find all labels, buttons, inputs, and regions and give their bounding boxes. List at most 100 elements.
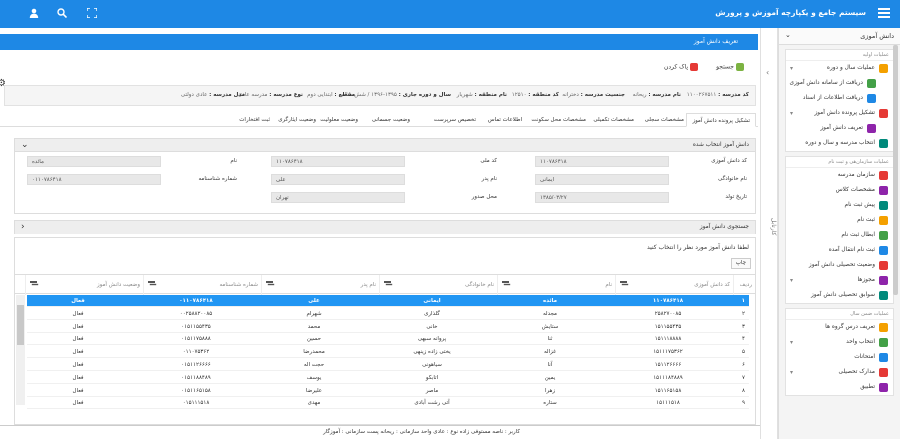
cartable-label: کارتابل: [770, 218, 777, 236]
sidebar-item[interactable]: ثبت نام: [786, 213, 893, 228]
grid-column-header[interactable]: نام: [497, 275, 615, 295]
chevron-down-icon[interactable]: ⌄: [21, 139, 29, 152]
filter-icon[interactable]: [148, 281, 155, 288]
filter-icon[interactable]: [266, 281, 273, 288]
sidebar-item[interactable]: انتخاب مدرسه و سال و دوره: [786, 136, 893, 151]
chevron-down-icon[interactable]: ▾: [790, 106, 793, 121]
subtab[interactable]: مشخصات سجلی: [645, 113, 684, 127]
collapsed-cartable-strip[interactable]: ‹ کارتابل: [760, 28, 778, 439]
chevron-down-icon[interactable]: ⌄: [785, 31, 791, 39]
sidebar-item[interactable]: ثبت نام انتقال آمده: [786, 243, 893, 258]
grid-scrollbar-thumb[interactable]: [17, 305, 24, 345]
sidebar-header[interactable]: دانش آموزی ⌄: [779, 28, 900, 45]
print-button[interactable]: چاپ: [730, 258, 751, 269]
grid-column-header[interactable]: ردیف: [733, 275, 755, 295]
table-row[interactable]: ۵ ۱۵۱۱۱۷۵۳۶۲ غزاله یختی زاده زینهی محمدرضا ۰۱…: [27, 346, 749, 359]
sidebar-item[interactable]: انتخاب واحد ▾: [786, 335, 893, 350]
info-value: ۱۱۰۰۲۶۷۵۱۱: [686, 92, 717, 98]
sidebar-scrollbar[interactable]: [893, 45, 898, 295]
chevron-left-icon[interactable]: ‹: [766, 68, 769, 77]
grid-column-header[interactable]: وضعیت دانش آموز: [25, 275, 143, 295]
sidebar-item[interactable]: وضعیت تحصیلی دانش آموز: [786, 258, 893, 273]
info-value: شهریار: [456, 92, 473, 98]
sidebar-item[interactable]: مشخصات کلاس: [786, 183, 893, 198]
info-key: نام مدرسه :: [648, 92, 681, 98]
sidebar-item[interactable]: دریافت اطلاعات از اسناد: [786, 91, 893, 106]
table-row[interactable]: ۶ ۱۵۱۱۲۶۶۶۶ آنا سیاهونی حجت اله ۰۱۵۱۱۲۶۶۶۶ فعا…: [27, 359, 749, 371]
sidebar-item[interactable]: پیش ثبت نام: [786, 198, 893, 213]
sidebar-item[interactable]: دریافت از سامانه دانش آموزی: [786, 76, 893, 91]
sidebar-item[interactable]: تطبیق: [786, 380, 893, 395]
tab-student-definition[interactable]: تعریف دانش آموز ×: [686, 34, 758, 50]
label-id-number: شماره شناسنامه: [198, 176, 237, 182]
id-number-field[interactable]: [27, 174, 161, 185]
search-icon[interactable]: [56, 8, 68, 20]
top-app-bar: سیستم جامع و یکپارچه آموزش و پرورش: [0, 0, 900, 28]
sidebar-item[interactable]: تشکیل پرونده دانش آموز ▾: [786, 106, 893, 121]
table-row[interactable]: ۸ ۱۵۱۱۶۵۱۵۸ زهرا ماصر علیرضا ۰۱۵۱۱۶۵۱۵۸ فعال: [27, 385, 749, 397]
status-bar: کاربر : ناصه مستوفی زاده نوع : عادی واحد…: [0, 425, 760, 439]
student-search-panel-header[interactable]: جستجوی دانش آموز ‹: [15, 221, 755, 234]
subtab[interactable]: تشکیل پرونده دانش آموز: [686, 113, 756, 127]
sidebar-item[interactable]: عملیات سال و دوره ▾: [786, 61, 893, 76]
sidebar-item[interactable]: مدارک تحصیلی ▾: [786, 365, 893, 380]
table-row[interactable]: ۴ ۱۵۱۱۱۸۸۸۸ ثنا پروانه سبهی حسین ۰۱۵۱۱۷۵۸۸۸ فع…: [27, 333, 749, 346]
grid-column-header[interactable]: نام پدر: [261, 275, 379, 295]
sidebar-item-icon: [879, 383, 888, 392]
fullscreen-icon[interactable]: [86, 7, 98, 20]
chevron-left-icon[interactable]: ‹: [21, 221, 25, 234]
sidebar-item[interactable]: مجوزها ▾: [786, 273, 893, 288]
subtab[interactable]: وضعیت معلولیت: [320, 113, 358, 127]
grid-column-header[interactable]: کد دانش آموزی: [615, 275, 733, 295]
issue-place-field[interactable]: [271, 192, 405, 203]
sidebar-item-icon: [879, 246, 888, 255]
subtab[interactable]: مشخصات محل سکونت: [531, 113, 586, 127]
sidebar-item[interactable]: ابطال ثبت نام: [786, 228, 893, 243]
sidebar-item[interactable]: امتحانات: [786, 350, 893, 365]
table-cell: ۰۱۵۱۱۱۵۱۸: [182, 400, 210, 407]
student-code-field[interactable]: [535, 156, 669, 167]
search-button[interactable]: جستجو: [716, 63, 744, 71]
sidebar-item[interactable]: تعریف درس گروه ها: [786, 320, 893, 335]
clear-button[interactable]: پاک کردن: [664, 63, 698, 71]
chevron-down-icon[interactable]: ▾: [790, 273, 793, 288]
subtab[interactable]: تخصیص سرپرست: [434, 113, 476, 127]
table-row[interactable]: ۹ ۱۵۱۱۱۵۱۸ ستاره آتی رشت آبادی مهدی ۰۱۵۱۱۱۵۱۸…: [27, 397, 749, 410]
subtab[interactable]: مشخصات تکمیلی: [593, 113, 634, 127]
national-code-field[interactable]: [271, 156, 405, 167]
sidebar-item-icon: [879, 109, 888, 118]
table-row[interactable]: ۱ ۱۱۰۷۸۶۴۱۸ مائده ایمانی علی ۰۱۱۰۷۸۶۴۱۸ فعال: [27, 295, 749, 307]
chevron-down-icon[interactable]: ▾: [790, 335, 793, 350]
subtab[interactable]: وضعیت جسمانی: [372, 113, 410, 127]
filter-icon[interactable]: [620, 281, 627, 288]
filter-icon[interactable]: [502, 281, 509, 288]
subtab[interactable]: وضعیت ایثارگری: [278, 113, 316, 127]
table-row[interactable]: ۲ ۲۵۸۲۷۰۰۸۵ مجدله گلذاری شهرام ۰۰۲۵۸۸۲۰۰۸۵ فعا…: [27, 308, 749, 320]
table-row[interactable]: ۷ ۱۵۱۱۱۸۴۸۸۹ یمین اتابکو یوسف ۰۱۵۱۱۸۸۴۸۹ فعال: [27, 372, 749, 384]
selected-student-panel: دانش آموز انتخاب شده ⌄ کد دانش آموزی نام…: [14, 138, 756, 214]
grid-scrollbar[interactable]: [16, 295, 25, 405]
grid-column-header[interactable]: شماره شناسنامه: [143, 275, 261, 295]
name-field[interactable]: [27, 156, 161, 167]
sidebar-item-label: تعریف دانش آموز: [820, 125, 863, 131]
table-cell: ۲۵۸۲۷۰۰۸۵: [654, 310, 682, 317]
sidebar-item[interactable]: سازمان مدرسه: [786, 168, 893, 183]
sidebar-item[interactable]: سوابق تحصیلی دانش آموز: [786, 288, 893, 303]
table-cell: زهرا: [544, 387, 556, 394]
chevron-down-icon[interactable]: ▾: [790, 61, 793, 76]
selected-student-panel-header[interactable]: دانش آموز انتخاب شده ⌄: [15, 139, 755, 152]
hamburger-menu-icon[interactable]: [878, 8, 890, 18]
filter-icon[interactable]: [30, 281, 37, 288]
chevron-down-icon[interactable]: ▾: [790, 365, 793, 380]
filter-icon[interactable]: [384, 281, 391, 288]
grid-header: ردیف کد دانش آموزی نام نام خانوادگی نام پدر ش…: [15, 274, 755, 295]
father-field[interactable]: [271, 174, 405, 185]
grid-column-header[interactable]: نام خانوادگی: [379, 275, 497, 295]
subtab[interactable]: ثبت افتخارات: [239, 113, 270, 127]
birth-date-field[interactable]: [535, 192, 669, 203]
sidebar-item[interactable]: تعریف دانش آموز: [786, 121, 893, 136]
table-row[interactable]: ۳ ۱۵۱۱۵۵۴۳۵ ستایش خانی محمد ۰۱۵۱۱۵۵۴۳۵ فعال: [27, 321, 749, 333]
user-icon[interactable]: [28, 8, 40, 20]
subtab[interactable]: اطلاعات تماس: [488, 113, 522, 127]
family-field[interactable]: [535, 174, 669, 185]
